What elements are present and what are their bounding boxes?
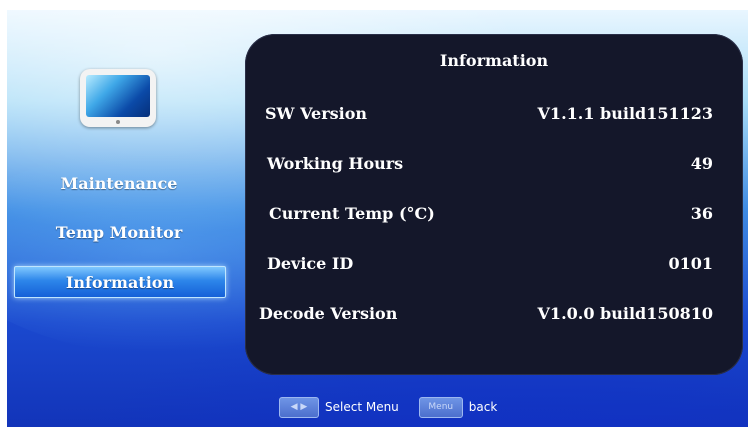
info-value: V1.1.1 build151123 [537,104,713,123]
info-row-decode-version: Decode Version V1.0.0 build150810 [245,304,743,328]
info-row-current-temp: Current Temp (°C) 36 [245,204,743,228]
info-value: 49 [690,154,713,173]
monitor-device-icon [80,69,156,127]
back-hint: back [468,400,498,414]
info-label: Decode Version [259,304,398,323]
info-row-device-id: Device ID 0101 [245,254,743,278]
information-panel: Information SW Version V1.1.1 build15112… [245,34,743,375]
sidebar-item-temp-monitor[interactable]: Temp Monitor [14,217,224,247]
panel-title: Information [439,51,549,70]
info-row-working-hours: Working Hours 49 [245,154,743,178]
sidebar-item-maintenance[interactable]: Maintenance [14,168,224,198]
info-row-sw-version: SW Version V1.1.1 build151123 [245,104,743,128]
info-value: V1.0.0 build150810 [537,304,713,323]
device-screen-glass [86,75,150,117]
sidebar-item-information[interactable]: Information [14,266,226,298]
info-label: Device ID [267,254,354,273]
info-label: Working Hours [267,154,404,173]
info-value: 36 [690,204,713,223]
select-menu-hint: Select Menu [325,400,399,414]
footer-hints: ◀ ▶ Select Menu Menu back [279,395,497,419]
info-value: 0101 [668,254,713,273]
left-right-arrows-icon[interactable]: ◀ ▶ [279,396,319,418]
device-home-button [116,120,120,124]
info-label: SW Version [265,104,368,123]
menu-key-button[interactable]: Menu [418,396,463,418]
info-label: Current Temp (°C) [269,204,435,223]
settings-screen: Maintenance Temp Monitor Information Inf… [7,10,748,427]
